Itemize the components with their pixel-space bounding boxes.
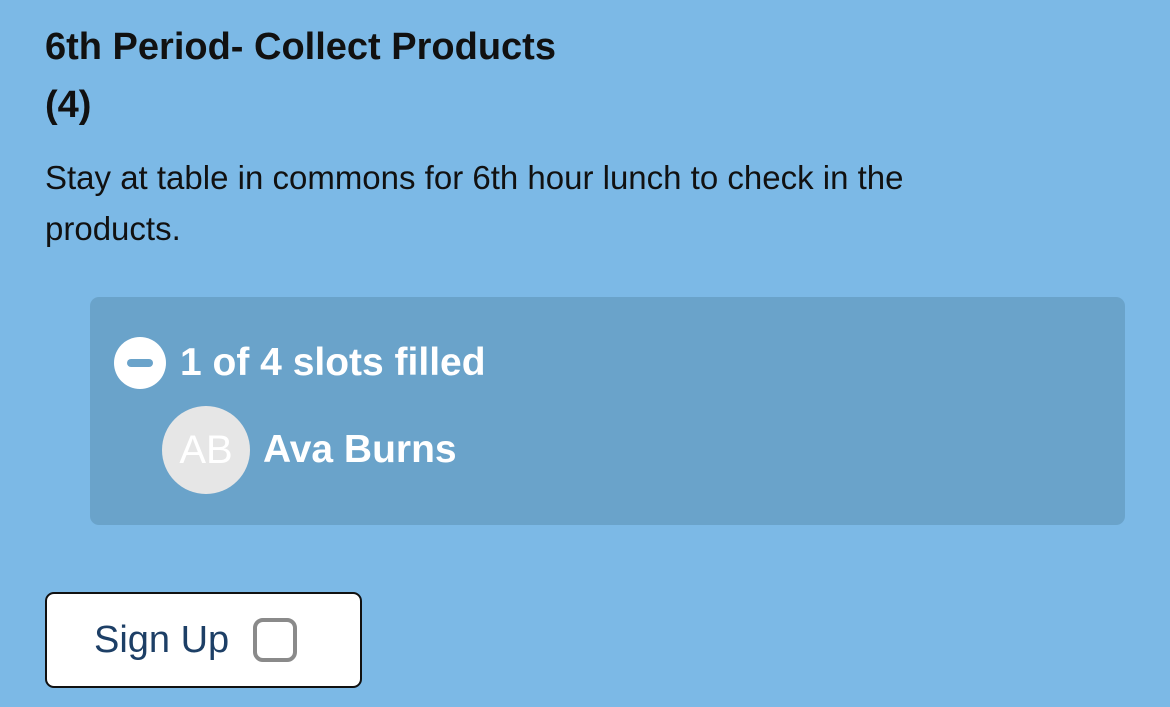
slots-filled-status: 1 of 4 slots filled <box>180 341 486 384</box>
slot-title: 6th Period- Collect Products (4) <box>45 18 1125 134</box>
volunteer-item: AB Ava Burns <box>162 406 457 494</box>
avatar: AB <box>162 406 250 494</box>
slot-title-text: 6th Period- Collect Products <box>45 26 556 68</box>
sign-up-button[interactable]: Sign Up <box>45 592 362 688</box>
volunteer-name: Ava Burns <box>263 428 457 471</box>
sign-up-label: Sign Up <box>94 618 230 661</box>
slot-description: Stay at table in commons for 6th hour lu… <box>45 159 904 247</box>
sign-up-checkbox[interactable] <box>253 618 298 662</box>
slot-card: 6th Period- Collect Products (4) Stay at… <box>45 18 1125 247</box>
slot-count: (4) <box>45 84 92 126</box>
minus-circle-icon[interactable] <box>114 337 166 389</box>
slots-toggle[interactable]: 1 of 4 slots filled <box>114 337 486 389</box>
slots-panel: 1 of 4 slots filled AB Ava Burns <box>90 297 1125 525</box>
